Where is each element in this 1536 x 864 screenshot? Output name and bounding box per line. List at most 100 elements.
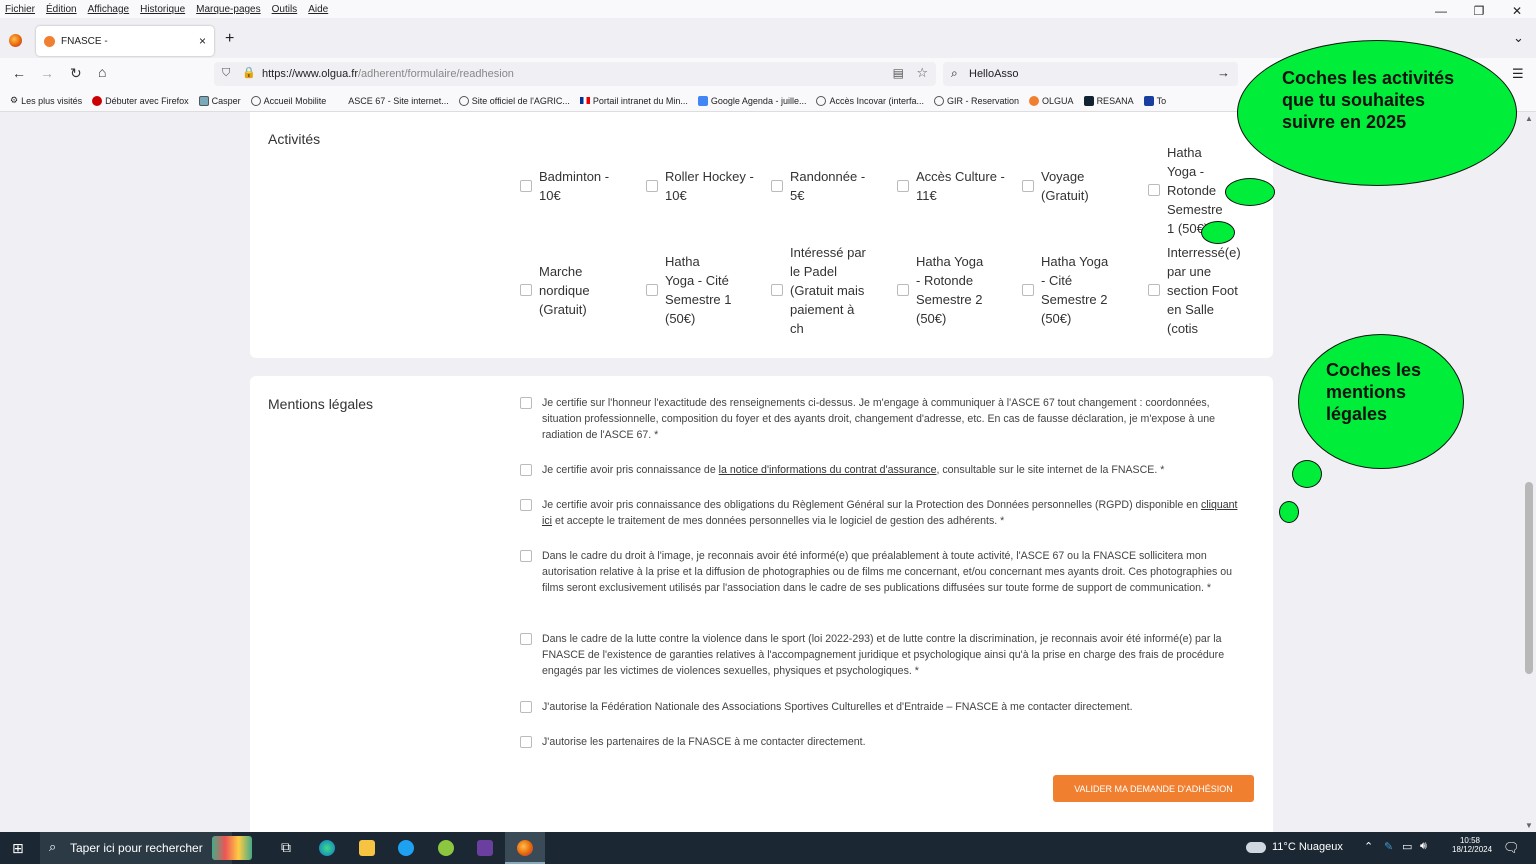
menu-marque-pages[interactable]: Marque-pages [196,4,260,15]
checkbox[interactable] [520,499,532,511]
search-input[interactable]: HelloAsso [969,68,1019,80]
qgis-icon[interactable] [438,840,454,856]
hamburger-menu-icon[interactable]: ☰ [1512,66,1524,82]
menu-historique[interactable]: Historique [140,4,185,15]
checkbox[interactable] [771,180,783,192]
activity-option[interactable]: Intéressé par le Padel (Gratuit mais pai… [771,240,871,340]
menu-outils[interactable]: Outils [272,4,298,15]
activity-option[interactable]: Badminton - 10€ [520,156,630,216]
mention-item[interactable]: J'autorise les partenaires de la FNASCE … [520,734,1250,750]
search-bar[interactable]: ⌕ HelloAsso → [943,62,1238,86]
activity-option[interactable]: Hatha Yoga - Cité Semestre 1 (50€) [646,240,732,340]
windows-start-icon[interactable]: ⊞ [12,840,24,857]
bookmark-item[interactable]: ASCE 67 - Site internet... [348,96,449,106]
checkbox[interactable] [520,397,532,409]
bookmark-star-icon[interactable]: ☆ [916,65,928,81]
checkbox[interactable] [771,284,783,296]
reader-icon[interactable]: ▤ [893,66,904,80]
checkbox[interactable] [520,464,532,476]
reload-icon[interactable]: ↻ [70,65,82,82]
checkbox[interactable] [520,180,532,192]
bookmark-item[interactable]: Accueil Mobilite [250,95,326,106]
checkbox[interactable] [520,736,532,748]
internet-explorer-icon[interactable] [398,840,414,856]
mention-item[interactable]: Je certifie avoir pris connaissance des … [520,497,1250,529]
tab-fnasce[interactable]: FNASCE - × [36,26,214,56]
checkbox[interactable] [646,284,658,296]
new-tab-button[interactable]: + [225,30,234,48]
bookmark-item[interactable]: Google Agenda - juille... [697,95,806,106]
checkbox[interactable] [646,180,658,192]
task-view-icon[interactable]: ⧉ [281,839,291,856]
activity-option[interactable]: Randonnée - 5€ [771,156,881,216]
bookmark-item[interactable]: RESANA [1083,95,1134,106]
bookmark-item[interactable]: Accès Incovar (interfa... [816,95,924,106]
forward-icon[interactable]: → [40,65,54,81]
tray-chevron-icon[interactable]: ⌃ [1364,840,1373,853]
bookmark-item[interactable]: Débuter avec Firefox [92,95,189,106]
activity-option[interactable]: Hatha Yoga - Cité Semestre 2 (50€) [1022,240,1116,340]
activity-option[interactable]: Hatha Yoga - Rotonde Semestre 1 (50€) [1148,145,1232,236]
checkbox[interactable] [1148,284,1160,296]
bookmark-item[interactable]: Portail intranet du Min... [579,96,688,106]
volume-icon[interactable]: 🔊︎ [1420,840,1427,853]
activity-option[interactable]: Marche nordique (Gratuit) [520,240,610,340]
activity-option[interactable]: Roller Hockey - 10€ [646,156,756,216]
firefox-taskbar-button[interactable] [505,832,545,864]
checkbox[interactable] [520,550,532,562]
checkbox[interactable] [1148,184,1160,196]
bookmark-item[interactable]: ⚙ Les plus visités [10,95,82,106]
mention-item[interactable]: Je certifie sur l'honneur l'exactitude d… [520,395,1250,443]
checkbox[interactable] [520,633,532,645]
assurance-notice-link[interactable]: la notice d'informations du contrat d'as… [719,464,937,476]
bookmark-item[interactable]: Site officiel de l'AGRIC... [458,95,570,106]
checkbox[interactable] [1022,284,1034,296]
minimize-icon[interactable]: — [1422,0,1460,22]
close-window-icon[interactable]: ✕ [1498,0,1536,22]
maximize-icon[interactable]: ❐ [1460,0,1498,22]
file-explorer-icon[interactable] [359,840,375,856]
clock[interactable]: 10:58 18/12/2024 [1452,836,1492,854]
url-bar[interactable]: ⛉ 🔒 https://www.olgua.fr/adherent/formul… [214,62,936,86]
menu-affichage[interactable]: Affichage [88,4,130,15]
home-icon[interactable]: ⌂ [98,64,106,80]
taskbar-search-input[interactable]: Taper ici pour rechercher [70,841,203,855]
bookmark-item[interactable]: GIR - Reservation [934,95,1019,106]
checkbox[interactable] [897,180,909,192]
back-icon[interactable]: ← [12,65,26,81]
activity-option[interactable]: Voyage (Gratuit) [1022,156,1132,216]
network-icon[interactable]: ▭ [1402,840,1412,853]
mention-item[interactable]: Dans le cadre de la lutte contre la viol… [520,631,1250,679]
app-icon[interactable] [477,840,493,856]
scroll-down-icon[interactable]: ▼ [1525,821,1533,830]
checkbox[interactable] [520,701,532,713]
mention-item[interactable]: Dans le cadre du droit à l'image, je rec… [520,548,1250,596]
notifications-icon[interactable]: 🗨︎ [1503,840,1520,856]
shield-icon[interactable]: ⛉ [222,67,230,80]
menu-fichier[interactable]: Fichier [5,4,35,15]
checkbox[interactable] [897,284,909,296]
menu-aide[interactable]: Aide [308,4,328,15]
scrollbar[interactable]: ▲ ▼ [1522,112,1536,832]
mention-item[interactable]: Je certifie avoir pris connaissance de l… [520,462,1250,478]
scroll-up-icon[interactable]: ▲ [1525,114,1533,123]
menu-edition[interactable]: Édition [46,4,77,15]
edge-icon[interactable] [319,840,335,856]
tab-close-icon[interactable]: × [199,34,206,48]
firefox-icon[interactable] [9,34,22,47]
checkbox[interactable] [1022,180,1034,192]
bookmark-item[interactable]: Casper [198,95,241,106]
activity-option[interactable]: Accès Culture - 11€ [897,156,1007,216]
checkbox[interactable] [520,284,532,296]
pen-icon[interactable]: ✎ [1384,840,1393,853]
activity-option[interactable]: Interressé(e) par une section Foot en Sa… [1148,240,1244,340]
search-go-icon[interactable]: → [1217,65,1230,80]
scrollbar-thumb[interactable] [1525,482,1533,674]
submit-button[interactable]: VALIDER MA DEMANDE D'ADHÉSION [1053,775,1254,802]
taskbar-search[interactable]: ⌕ Taper ici pour rechercher [40,832,252,864]
mention-item[interactable]: J'autorise la Fédération Nationale des A… [520,699,1250,715]
bookmark-item[interactable]: OLGUA [1029,95,1074,106]
weather-text[interactable]: 11°C Nuageux [1272,841,1343,853]
bookmark-item[interactable]: To [1143,95,1166,106]
activity-option[interactable]: Hatha Yoga - Rotonde Semestre 2 (50€) [897,240,991,340]
